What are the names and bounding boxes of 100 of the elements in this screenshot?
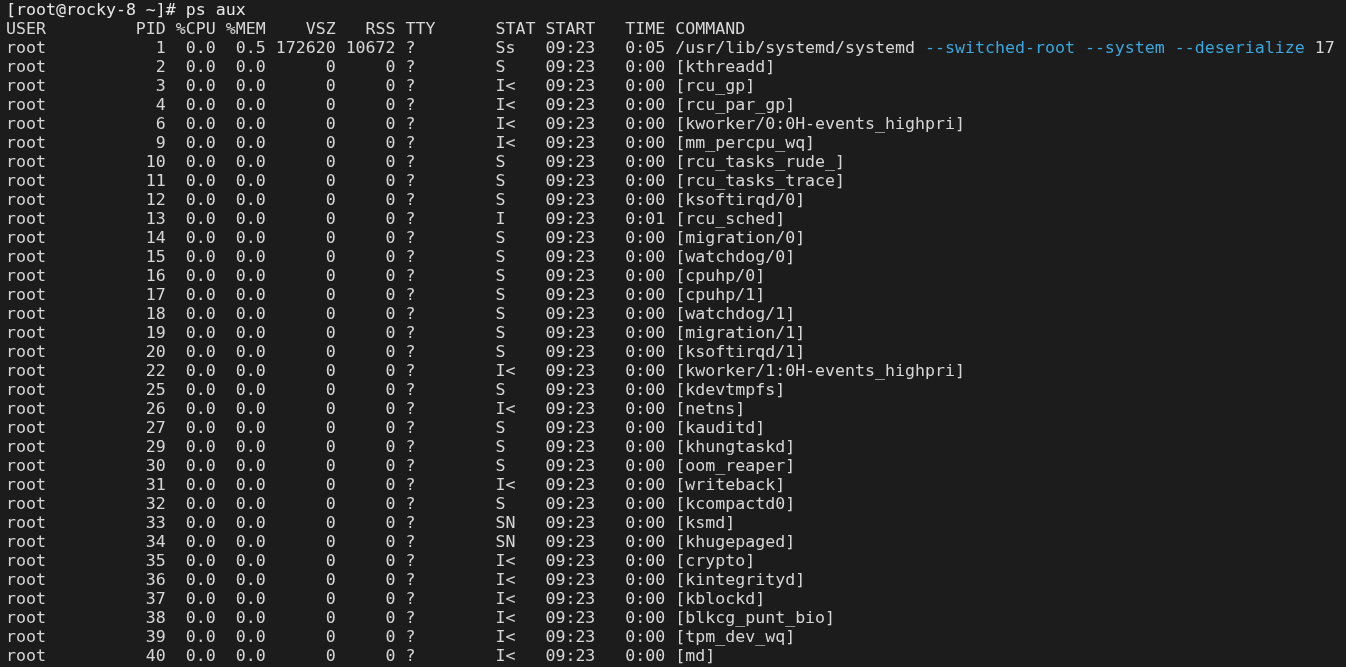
table-cell-text: S <box>495 190 507 209</box>
table-cell: [khungtaskd] <box>675 437 796 456</box>
table-cell-text: 0:00 <box>624 190 666 209</box>
table-cell-text: root <box>6 171 47 190</box>
table-cell-text: I< <box>495 570 517 589</box>
table-cell-text: ? <box>405 380 417 399</box>
table-cell: [oom_reaper] <box>675 456 796 475</box>
table-cell-text: S <box>495 304 507 323</box>
table-cell-text: 0.0 <box>184 114 216 133</box>
column-header: VSZ <box>304 19 336 38</box>
table-cell: 09:23 <box>545 456 596 475</box>
table-cell: 09:23 <box>545 57 596 76</box>
table-cell-text: 0 <box>324 76 336 95</box>
table-cell-text: 0.0 <box>184 589 216 608</box>
table-cell-text: 0 <box>384 532 396 551</box>
table-cell: 09:23 <box>545 114 596 133</box>
table-cell-text: root <box>6 589 47 608</box>
table-cell-text: 0.0 <box>234 171 266 190</box>
table-cell-text: 0.5 <box>234 38 266 57</box>
table-cell-text: 20 <box>144 342 166 361</box>
table-cell-text: 0 <box>324 266 336 285</box>
table-cell-text: 0:01 <box>624 209 666 228</box>
table-cell-text: root <box>6 456 47 475</box>
table-cell: 09:23 <box>545 171 596 190</box>
table-cell-text: 0.0 <box>234 342 266 361</box>
table-cell-text: ? <box>405 285 417 304</box>
table-cell-text: 14 <box>144 228 166 247</box>
table-cell-text: 0:00 <box>624 380 666 399</box>
table-cell-text: 6 <box>154 114 166 133</box>
table-cell-text: 0.0 <box>234 646 266 665</box>
table-cell-text: 0.0 <box>184 171 216 190</box>
table-cell: 09:23 <box>545 304 596 323</box>
table-cell-text: SN <box>495 532 517 551</box>
table-cell-text: 0:00 <box>624 247 666 266</box>
table-cell-text: 0.0 <box>184 304 216 323</box>
table-cell: 09:23 <box>545 418 596 437</box>
table-cell-text: 0 <box>384 627 396 646</box>
table-cell: 09:23 <box>545 513 596 532</box>
table-cell-text: 30 <box>144 456 166 475</box>
table-cell-text: S <box>495 57 507 76</box>
table-cell-text: 0:00 <box>624 399 666 418</box>
table-cell-text: ? <box>405 114 417 133</box>
table-cell-text: 0.0 <box>184 38 216 57</box>
table-cell-text: 0 <box>324 361 336 380</box>
table-cell-text: ? <box>405 437 417 456</box>
table-cell-text: root <box>6 95 47 114</box>
table-cell-text: 0:00 <box>624 627 666 646</box>
table-cell-text: S <box>495 456 507 475</box>
table-cell: [crypto] <box>675 551 756 570</box>
table-cell-text: 0 <box>384 475 396 494</box>
table-cell: 09:23 <box>545 323 596 342</box>
table-cell-text: 0 <box>384 114 396 133</box>
table-cell: 09:23 <box>545 627 596 646</box>
table-cell-text: 0.0 <box>234 266 266 285</box>
table-cell-text: 0.0 <box>184 76 216 95</box>
table-cell-text: ? <box>405 494 417 513</box>
table-cell: 09:23 <box>545 152 596 171</box>
table-cell: 09:23 <box>545 266 596 285</box>
table-cell-text: S <box>495 418 507 437</box>
table-cell-text: 0 <box>384 304 396 323</box>
table-cell-text: ? <box>405 627 417 646</box>
table-cell-text: 2 <box>154 57 166 76</box>
table-cell-text: S <box>495 323 507 342</box>
table-cell-text: 0:00 <box>624 646 666 665</box>
table-cell-text: I< <box>495 76 517 95</box>
table-cell-text: 0:00 <box>624 589 666 608</box>
table-cell-text: ? <box>405 304 417 323</box>
table-cell-text: S <box>495 152 507 171</box>
table-cell-text: 0.0 <box>234 361 266 380</box>
table-cell-text: ? <box>405 475 417 494</box>
table-cell-text: I< <box>495 646 517 665</box>
table-cell-text: root <box>6 513 47 532</box>
table-cell-text: 0:00 <box>624 76 666 95</box>
table-cell-text: root <box>6 627 47 646</box>
table-cell-text: 0:00 <box>624 133 666 152</box>
table-cell-text: ? <box>405 399 417 418</box>
table-cell-text: 0 <box>324 209 336 228</box>
table-cell: [kblockd] <box>675 589 766 608</box>
table-cell-text: 0.0 <box>184 361 216 380</box>
table-cell-text: 0:00 <box>624 437 666 456</box>
table-cell-text: 0 <box>384 247 396 266</box>
table-cell-text: 18 <box>144 304 166 323</box>
table-cell-text: 37 <box>144 589 166 608</box>
table-cell-text: 31 <box>144 475 166 494</box>
table-cell-text: 0 <box>324 399 336 418</box>
table-cell-text: 0 <box>324 532 336 551</box>
table-cell-text: I< <box>495 608 517 627</box>
table-cell: [kthreadd] <box>675 57 776 76</box>
column-header: START <box>545 19 596 38</box>
table-cell-text: ? <box>405 342 417 361</box>
table-cell-text: 33 <box>144 513 166 532</box>
table-cell-text: 0 <box>384 342 396 361</box>
table-cell-text: 0.0 <box>234 570 266 589</box>
table-cell-text: 10672 <box>344 38 396 57</box>
table-cell-text: root <box>6 57 47 76</box>
table-cell-text: root <box>6 418 47 437</box>
table-cell-text: 0.0 <box>234 456 266 475</box>
table-cell-text: I< <box>495 627 517 646</box>
table-cell-text: 0 <box>324 437 336 456</box>
table-cell-text: 0 <box>384 266 396 285</box>
